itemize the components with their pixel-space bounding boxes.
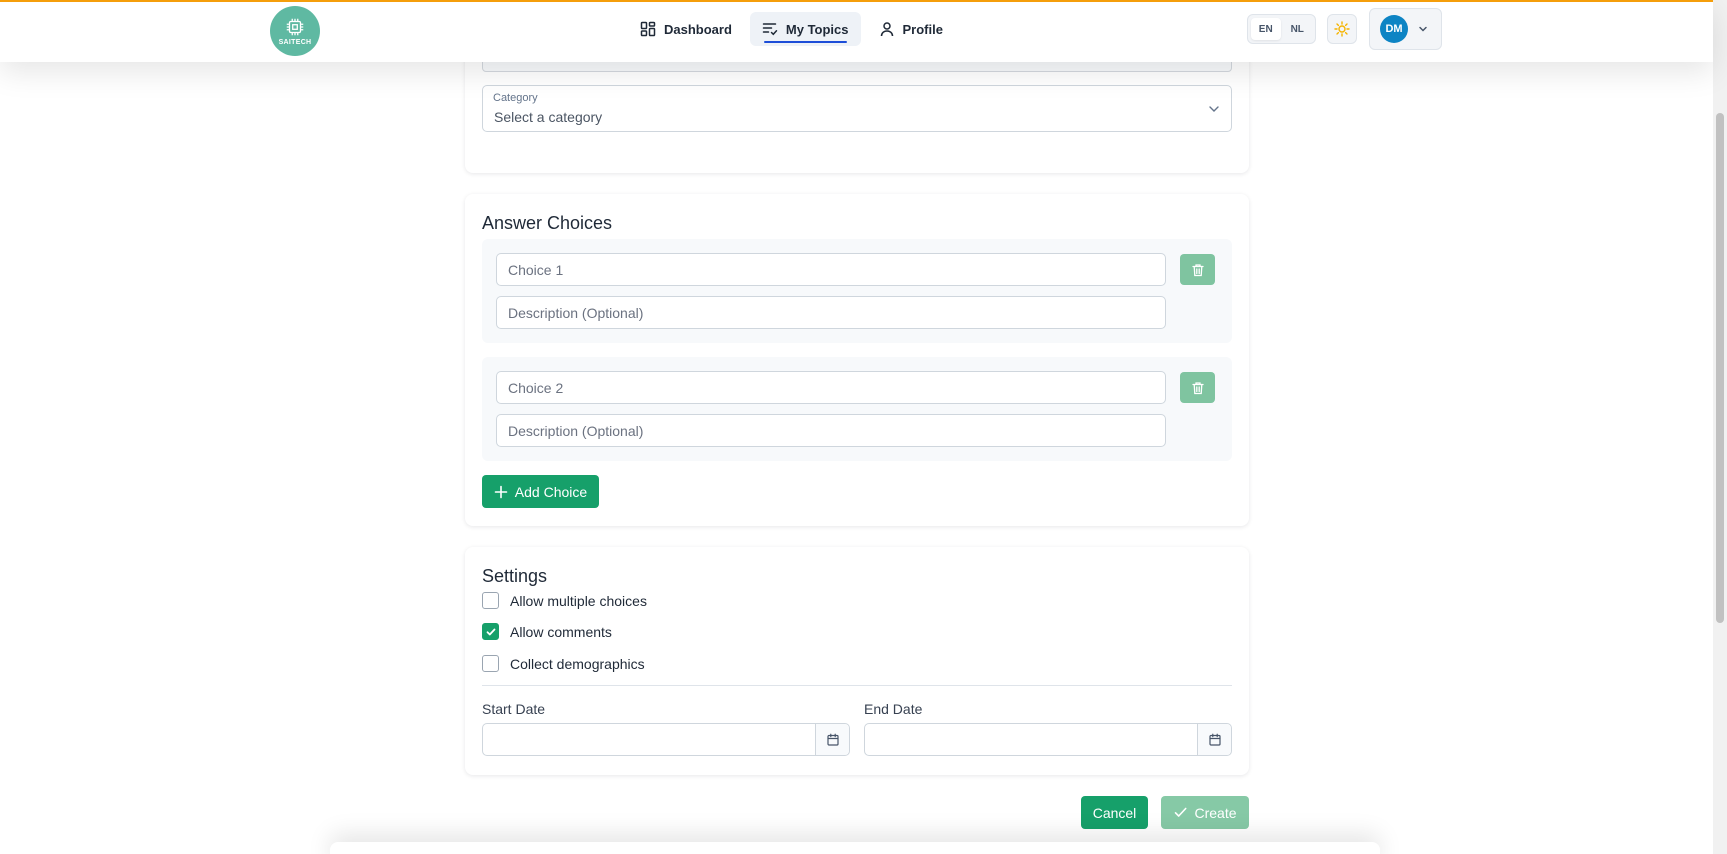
end-date-input[interactable] (865, 724, 1197, 755)
category-value: Select a category (494, 109, 603, 125)
collect-demographics-checkbox[interactable] (482, 655, 499, 672)
cancel-button[interactable]: Cancel (1081, 796, 1148, 829)
end-date-field (864, 723, 1232, 756)
saitech-logo[interactable]: SAITECH (270, 6, 320, 56)
calendar-icon (826, 733, 839, 746)
user-icon (880, 22, 893, 37)
settings-title: Settings (482, 566, 548, 586)
lang-nl-button[interactable]: NL (1283, 18, 1313, 40)
allow-multiple-choices-label: Allow multiple choices (510, 592, 647, 609)
category-select[interactable]: Category Select a category (482, 85, 1232, 132)
start-date-input[interactable] (483, 724, 815, 755)
dashboard-icon (640, 21, 656, 37)
plus-icon (494, 485, 508, 498)
choice-item (482, 357, 1232, 461)
start-date-field (482, 723, 850, 756)
sun-icon (1334, 21, 1350, 37)
top-navbar: SAITECH Dashboard My Topics Profile EN N… (0, 0, 1713, 62)
answer-choices-title: Answer Choices (482, 213, 613, 233)
allow-comments-checkbox[interactable] (482, 623, 499, 640)
language-switcher: EN NL (1247, 14, 1316, 44)
nav-item-my-topics[interactable]: My Topics (749, 12, 861, 46)
nav-label-dashboard: Dashboard (664, 21, 732, 37)
main-nav: Dashboard My Topics Profile (628, 12, 955, 46)
delete-choice-1-button[interactable] (1180, 254, 1215, 285)
list-check-icon (762, 23, 778, 36)
end-date-picker-button[interactable] (1197, 724, 1231, 755)
allow-comments-option[interactable]: Allow comments (482, 623, 612, 640)
allow-multiple-choices-option[interactable]: Allow multiple choices (482, 592, 647, 609)
create-label: Create (1194, 804, 1237, 821)
answer-choices-card: Answer Choices Add Choice (465, 194, 1249, 526)
nav-label-profile: Profile (902, 21, 943, 37)
footer-shadow (330, 842, 1380, 854)
calendar-icon (1208, 733, 1221, 746)
settings-divider (482, 685, 1232, 686)
end-date-label: End Date (864, 701, 923, 717)
chip-icon (286, 18, 304, 36)
settings-card: Settings Allow multiple choices Allow co… (465, 547, 1249, 775)
allow-multiple-choices-checkbox[interactable] (482, 592, 499, 609)
trash-icon (1191, 381, 1204, 394)
category-label: Category (493, 92, 538, 104)
add-choice-button[interactable]: Add Choice (482, 475, 599, 508)
nav-item-dashboard[interactable]: Dashboard (628, 12, 744, 46)
start-date-label: Start Date (482, 701, 546, 717)
theme-toggle-button[interactable] (1327, 14, 1357, 44)
nav-label-my-topics: My Topics (785, 21, 849, 37)
scrollbar-thumb[interactable] (1716, 113, 1724, 623)
choice-1-description-input[interactable] (496, 296, 1166, 329)
choice-2-description-input[interactable] (496, 414, 1166, 447)
avatar: DM (1380, 15, 1408, 43)
logo-text: SAITECH (278, 39, 312, 46)
choice-1-input[interactable] (496, 253, 1166, 286)
allow-comments-label: Allow comments (510, 623, 612, 640)
nav-item-profile[interactable]: Profile (867, 12, 955, 46)
delete-choice-2-button[interactable] (1180, 372, 1215, 403)
start-date-picker-button[interactable] (815, 724, 849, 755)
checkmark-icon (1175, 807, 1187, 817)
choice-2-input[interactable] (496, 371, 1166, 404)
trash-icon (1191, 263, 1204, 276)
user-menu-button[interactable]: DM (1369, 8, 1442, 50)
create-button[interactable]: Create (1161, 796, 1249, 829)
add-choice-label: Add Choice (514, 483, 588, 500)
choice-item (482, 239, 1232, 343)
lang-en-button[interactable]: EN (1251, 18, 1281, 40)
collect-demographics-label: Collect demographics (510, 655, 645, 672)
chevron-down-icon (1419, 26, 1427, 32)
chevron-down-icon (1209, 106, 1219, 112)
page-scrollbar[interactable] (1713, 0, 1727, 854)
collect-demographics-option[interactable]: Collect demographics (482, 655, 645, 672)
page: SAITECH Dashboard My Topics Profile EN N… (0, 0, 1727, 854)
checkmark-icon (486, 628, 495, 635)
